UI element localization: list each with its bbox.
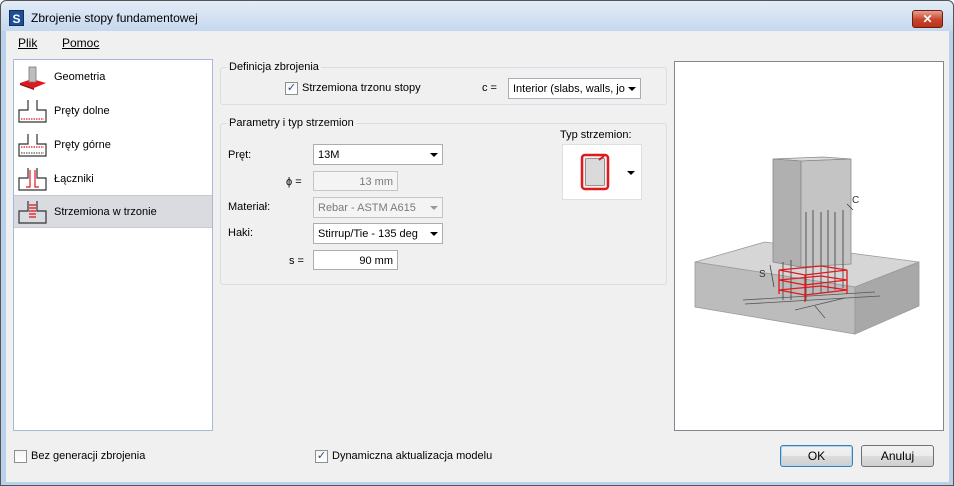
dialog-client-area: Plik Pomoc Geometria Pręty dolne Pręty g… — [6, 31, 949, 482]
stirrups-checkbox-label: Strzemiona trzonu stopy — [302, 82, 421, 94]
menu-file[interactable]: Plik — [18, 36, 37, 50]
phi-label: ϕ = — [286, 176, 302, 188]
hooks-value: Stirrup/Tie - 135 deg — [318, 228, 418, 240]
cancel-button[interactable]: Anuluj — [861, 445, 934, 467]
sidebar-item-dowels[interactable]: Łączniki — [14, 163, 212, 196]
closed-stirrup-icon — [580, 153, 610, 191]
dowels-icon — [18, 168, 47, 191]
spacing-value: 90 mm — [359, 255, 393, 267]
bottom-bars-icon — [18, 100, 47, 123]
parameters-group-title: Parametry i typ strzemion — [227, 117, 356, 129]
definition-group-title: Definicja zbrojenia — [227, 61, 321, 73]
hooks-select[interactable]: Stirrup/Tie - 135 deg — [313, 223, 443, 244]
sidebar-item-label: Łączniki — [54, 173, 94, 185]
dialog-window: S Zbrojenie stopy fundamentowej ✕ Plik P… — [0, 0, 954, 486]
window-title: Zbrojenie stopy fundamentowej — [31, 11, 198, 25]
footing-3d-view: S C — [694, 156, 920, 335]
app-icon: S — [9, 10, 24, 26]
chevron-down-icon — [627, 171, 635, 175]
check-icon: ✓ — [286, 82, 297, 94]
material-select: Rebar - ASTM A615 — [313, 197, 443, 218]
stirrup-type-label: Typ strzemion: — [560, 129, 632, 141]
s-dimension-label: S — [759, 269, 766, 280]
menu-bar: Plik Pomoc — [6, 31, 949, 53]
pier-stirrups-icon — [18, 201, 47, 224]
sidebar-item-label: Pręty górne — [54, 139, 111, 151]
material-label: Materiał: — [228, 201, 271, 213]
material-value: Rebar - ASTM A615 — [318, 202, 416, 214]
menu-help[interactable]: Pomoc — [62, 36, 99, 50]
chevron-down-icon — [430, 206, 438, 210]
sidebar-item-label: Pręty dolne — [54, 105, 110, 117]
dynamic-update-label: Dynamiczna aktualizacja modelu — [332, 450, 493, 462]
sidebar-item-geometry[interactable]: Geometria — [14, 61, 212, 94]
chevron-down-icon — [628, 87, 636, 91]
section-list: Geometria Pręty dolne Pręty górne Łączni… — [13, 59, 213, 431]
sidebar-item-label: Strzemiona w trzonie — [54, 206, 157, 218]
no-generation-label: Bez generacji zbrojenia — [31, 450, 146, 462]
spacing-input[interactable]: 90 mm — [313, 250, 398, 270]
c-cover-select[interactable]: Interior (slabs, walls, jois — [508, 78, 641, 99]
ok-button[interactable]: OK — [780, 445, 853, 467]
c-label: c = — [482, 82, 497, 94]
spacing-label: s = — [289, 255, 304, 267]
stirrup-type-select[interactable] — [562, 144, 642, 200]
bar-select[interactable]: 13M — [313, 144, 443, 165]
chevron-down-icon — [430, 232, 438, 236]
bar-label: Pręt: — [228, 149, 252, 161]
stirrups-checkbox[interactable]: ✓ — [285, 82, 298, 95]
sidebar-item-bottom-bars[interactable]: Pręty dolne — [14, 95, 212, 128]
close-button[interactable]: ✕ — [912, 10, 943, 28]
bar-value: 13M — [318, 149, 340, 161]
sidebar-item-top-bars[interactable]: Pręty górne — [14, 129, 212, 162]
hooks-label: Haki: — [228, 227, 254, 239]
sidebar-item-label: Geometria — [54, 71, 106, 83]
title-bar: S Zbrojenie stopy fundamentowej ✕ — [1, 1, 953, 31]
c-dimension-label: C — [852, 195, 859, 206]
check-icon: ✓ — [316, 450, 327, 462]
sidebar-item-pier-stirrups[interactable]: Strzemiona w trzonie — [14, 195, 212, 228]
dynamic-update-checkbox[interactable]: ✓ — [315, 450, 328, 463]
c-cover-value: Interior (slabs, walls, jois — [513, 83, 625, 95]
chevron-down-icon — [430, 153, 438, 157]
top-bars-icon — [18, 134, 47, 157]
model-preview: S C — [674, 61, 944, 431]
phi-field: 13 mm — [313, 171, 398, 191]
footing-geometry-icon — [20, 66, 46, 90]
no-generation-checkbox[interactable] — [14, 450, 27, 463]
phi-value: 13 mm — [359, 176, 393, 188]
